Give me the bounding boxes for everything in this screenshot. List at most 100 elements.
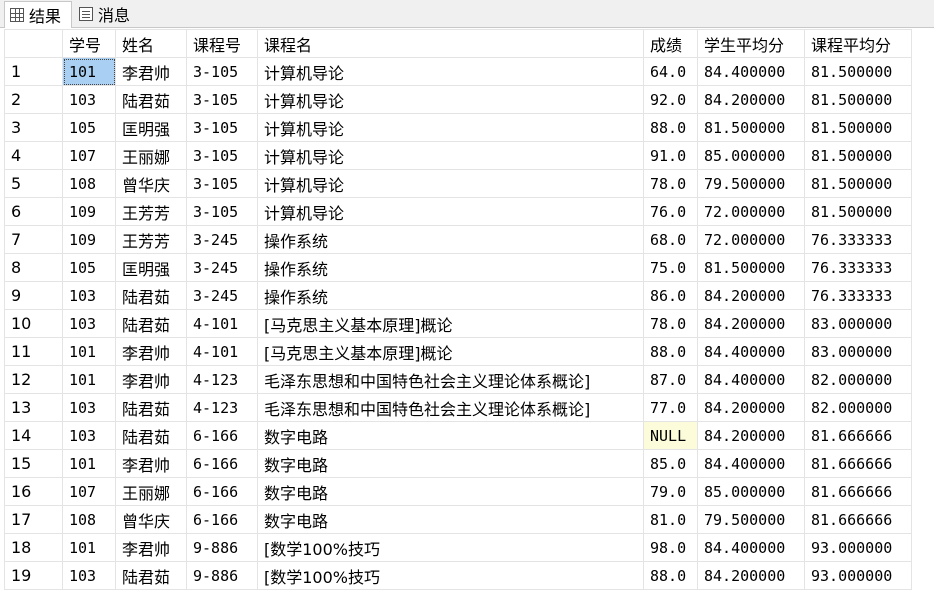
table-cell[interactable]: 9-886	[186, 561, 258, 590]
table-cell[interactable]: 81.500000	[697, 113, 805, 142]
table-row[interactable]: 1 101 李君帅 3-105 计算机导论 64.0 84.400000 81.500000	[4, 57, 912, 86]
table-cell[interactable]: 84.400000	[697, 533, 805, 562]
column-header[interactable]: 课程名	[257, 29, 644, 58]
table-row[interactable]: 11 101 李君帅 4-101 [马克思主义基本原理]概论 88.0 84.400000 8…	[4, 337, 912, 366]
row-number-cell[interactable]: 13	[4, 393, 63, 422]
column-header[interactable]: 课程号	[186, 29, 258, 58]
table-cell[interactable]: 3-245	[186, 253, 258, 282]
table-cell[interactable]: 陆君茹	[115, 421, 187, 450]
table-cell[interactable]: 3-245	[186, 281, 258, 310]
table-cell[interactable]: 数字电路	[257, 449, 644, 478]
table-cell[interactable]: 101	[62, 533, 116, 562]
table-cell[interactable]: 3-105	[186, 113, 258, 142]
table-cell[interactable]: 陆君茹	[115, 281, 187, 310]
table-row[interactable]: 6 109 王芳芳 3-105 计算机导论 76.0 72.000000 81.500000	[4, 197, 912, 226]
row-number-cell[interactable]: 3	[4, 113, 63, 142]
table-cell[interactable]: 毛泽东思想和中国特色社会主义理论体系概论]	[257, 393, 644, 422]
column-header[interactable]: 课程平均分	[804, 29, 912, 58]
table-cell[interactable]: 王芳芳	[115, 225, 187, 254]
row-number-cell[interactable]: 18	[4, 533, 63, 562]
table-cell[interactable]: 109	[62, 225, 116, 254]
table-cell[interactable]: 6-166	[186, 505, 258, 534]
row-number-cell[interactable]: 9	[4, 281, 63, 310]
table-row[interactable]: 5 108 曾华庆 3-105 计算机导论 78.0 79.500000 81.500000	[4, 169, 912, 198]
table-cell[interactable]: 陆君茹	[115, 561, 187, 590]
table-cell[interactable]: 76.0	[643, 197, 698, 226]
table-cell[interactable]: 陆君茹	[115, 393, 187, 422]
table-cell[interactable]: 3-105	[186, 169, 258, 198]
table-cell[interactable]: 数字电路	[257, 421, 644, 450]
table-cell[interactable]: 93.000000	[804, 561, 912, 590]
table-cell[interactable]: 王丽娜	[115, 141, 187, 170]
table-cell[interactable]: 81.500000	[804, 85, 912, 114]
table-cell[interactable]: 计算机导论	[257, 197, 644, 226]
table-row[interactable]: 13 103 陆君茹 4-123 毛泽东思想和中国特色社会主义理论体系概论] 77.0 84…	[4, 393, 912, 422]
table-cell[interactable]: 93.000000	[804, 533, 912, 562]
table-cell[interactable]: 79.0	[643, 477, 698, 506]
table-cell[interactable]: 81.666666	[804, 421, 912, 450]
table-cell[interactable]: 3-105	[186, 141, 258, 170]
table-cell[interactable]: 4-101	[186, 337, 258, 366]
table-cell[interactable]: 84.200000	[697, 561, 805, 590]
table-cell[interactable]: 85.0	[643, 449, 698, 478]
row-number-cell[interactable]: 19	[4, 561, 63, 590]
row-number-cell[interactable]: 8	[4, 253, 63, 282]
table-cell[interactable]: 98.0	[643, 533, 698, 562]
row-number-cell[interactable]: 2	[4, 85, 63, 114]
table-cell[interactable]: 64.0	[643, 57, 698, 86]
table-cell[interactable]: 王丽娜	[115, 477, 187, 506]
table-cell[interactable]: 81.500000	[804, 169, 912, 198]
table-cell[interactable]: 68.0	[643, 225, 698, 254]
table-cell[interactable]: 计算机导论	[257, 57, 644, 86]
results-grid[interactable]: 学号 姓名 课程号 课程名 成绩 学生平均分 课程平均分 1 101 李君帅 3-105 计算机导论…	[4, 29, 934, 599]
table-cell[interactable]: 操作系统	[257, 281, 644, 310]
table-cell[interactable]: 105	[62, 113, 116, 142]
table-cell[interactable]: 李君帅	[115, 337, 187, 366]
table-cell[interactable]: 计算机导论	[257, 113, 644, 142]
table-cell[interactable]: 78.0	[643, 169, 698, 198]
table-cell[interactable]: [马克思主义基本原理]概论	[257, 337, 644, 366]
table-cell[interactable]: 84.400000	[697, 449, 805, 478]
table-cell[interactable]: 3-105	[186, 197, 258, 226]
table-cell[interactable]: 88.0	[643, 113, 698, 142]
tab-results[interactable]: 结果	[4, 1, 72, 28]
table-cell[interactable]: 76.333333	[804, 225, 912, 254]
table-cell[interactable]: NULL	[643, 421, 698, 450]
table-cell[interactable]: 76.333333	[804, 281, 912, 310]
row-number-cell[interactable]: 11	[4, 337, 63, 366]
table-cell[interactable]: 103	[62, 561, 116, 590]
row-number-cell[interactable]: 15	[4, 449, 63, 478]
table-cell[interactable]: 王芳芳	[115, 197, 187, 226]
table-cell[interactable]: 84.200000	[697, 281, 805, 310]
table-cell[interactable]: 计算机导论	[257, 85, 644, 114]
table-cell[interactable]: 数字电路	[257, 505, 644, 534]
table-row[interactable]: 17 108 曾华庆 6-166 数字电路 81.0 79.500000 81.666666	[4, 505, 912, 534]
column-header[interactable]: 成绩	[643, 29, 698, 58]
row-number-cell[interactable]: 5	[4, 169, 63, 198]
table-row[interactable]: 19 103 陆君茹 9-886 [数学100%技巧 88.0 84.200000 93.00…	[4, 561, 912, 590]
table-cell[interactable]: 91.0	[643, 141, 698, 170]
table-cell[interactable]: 匡明强	[115, 253, 187, 282]
table-cell[interactable]: 81.500000	[697, 253, 805, 282]
table-cell[interactable]: 103	[62, 281, 116, 310]
table-row[interactable]: 12 101 李君帅 4-123 毛泽东思想和中国特色社会主义理论体系概论] 87.0 84…	[4, 365, 912, 394]
row-number-cell[interactable]: 7	[4, 225, 63, 254]
table-cell[interactable]: 103	[62, 393, 116, 422]
table-cell[interactable]: 李君帅	[115, 57, 187, 86]
table-cell[interactable]: 6-166	[186, 477, 258, 506]
table-cell[interactable]: 4-101	[186, 309, 258, 338]
table-cell[interactable]: 81.500000	[804, 141, 912, 170]
table-cell[interactable]: 匡明强	[115, 113, 187, 142]
table-cell[interactable]: 77.0	[643, 393, 698, 422]
table-cell[interactable]: 84.400000	[697, 57, 805, 86]
row-number-cell[interactable]: 16	[4, 477, 63, 506]
table-row[interactable]: 3 105 匡明强 3-105 计算机导论 88.0 81.500000 81.500000	[4, 113, 912, 142]
table-cell[interactable]: 84.200000	[697, 421, 805, 450]
table-cell[interactable]: 李君帅	[115, 533, 187, 562]
table-row[interactable]: 18 101 李君帅 9-886 [数学100%技巧 98.0 84.400000 93.00…	[4, 533, 912, 562]
table-cell[interactable]: 81.500000	[804, 113, 912, 142]
table-cell[interactable]: 78.0	[643, 309, 698, 338]
table-cell[interactable]: 操作系统	[257, 225, 644, 254]
tab-messages[interactable]: 消息	[74, 1, 142, 26]
table-row[interactable]: 16 107 王丽娜 6-166 数字电路 79.0 85.000000 81.666666	[4, 477, 912, 506]
